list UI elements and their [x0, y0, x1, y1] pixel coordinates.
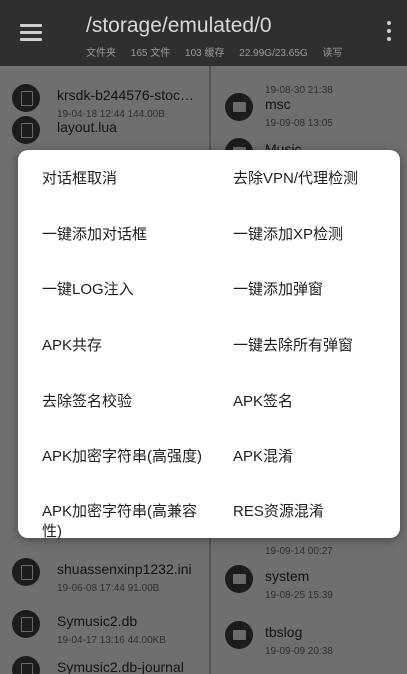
option-apk-sign[interactable]: APK签名: [233, 392, 393, 412]
file-name: shuassenxinp1232.ini: [57, 561, 192, 577]
file-meta: 19-06-08 17:44 91.00B: [57, 583, 160, 594]
folder-row[interactable]: tbslog 19-09-09 20:38: [211, 609, 407, 661]
option-cancel-dialog[interactable]: 对话框取消: [42, 169, 202, 189]
folder-icon: [225, 621, 253, 649]
more-options-icon[interactable]: [386, 21, 394, 47]
folder-icon: [225, 93, 253, 121]
folder-name: tbslog: [265, 624, 303, 640]
file-icon: [12, 116, 40, 144]
file-name: layout.lua: [57, 119, 117, 135]
storage-usage: 22.99G/23.65G: [239, 48, 308, 59]
option-remove-all-popups[interactable]: 一键去除所有弹窗: [233, 336, 393, 356]
option-remove-signature-check[interactable]: 去除签名校验: [42, 392, 202, 412]
hamburger-menu-icon[interactable]: [20, 20, 46, 46]
access-mode: 读写: [322, 48, 343, 59]
option-add-popup[interactable]: 一键添加弹窗: [233, 280, 393, 300]
folder-meta: 19-08-25 15:39: [265, 590, 333, 601]
options-dialog: 对话框取消 去除VPN/代理检测 一键添加对话框 一键添加XP检测 一键LOG注…: [18, 150, 400, 540]
file-name: Symusic2.db-journal: [57, 659, 184, 674]
folder-meta: 19-09-09 20:38: [265, 646, 333, 657]
option-apk-obfuscate[interactable]: APK混淆: [233, 447, 393, 467]
folders-count: 文件夹: [86, 48, 116, 59]
file-icon: [12, 656, 40, 674]
option-add-xp-check[interactable]: 一键添加XP检测: [233, 225, 393, 245]
option-remove-vpn-proxy-check[interactable]: 去除VPN/代理检测: [233, 169, 393, 189]
folder-row[interactable]: system 19-08-25 15:39: [211, 553, 407, 605]
file-row[interactable]: Symusic2.db-journal: [0, 644, 209, 674]
option-add-dialog[interactable]: 一键添加对话框: [42, 225, 202, 245]
option-apk-encrypt-strings-strong[interactable]: APK加密字符串(高强度): [42, 447, 202, 467]
file-row[interactable]: layout.lua: [0, 104, 209, 156]
option-log-inject[interactable]: 一键LOG注入: [42, 280, 202, 300]
file-icon: [12, 610, 40, 638]
folder-icon: [225, 565, 253, 593]
current-path: /storage/emulated/0: [86, 14, 272, 37]
option-res-obfuscate[interactable]: RES资源混淆: [233, 502, 393, 522]
file-name: Symusic2.db: [57, 613, 138, 629]
cache-count: 103 缓存: [185, 48, 225, 59]
file-icon: [12, 558, 40, 586]
file-row[interactable]: Symusic2.db 19-04-17 13:16 44.00KB: [0, 598, 209, 650]
folder-name: system: [265, 568, 310, 584]
files-count: 165 文件: [130, 48, 171, 59]
storage-stats: 文件夹 165 文件 103 缓存 22.99G/23.65G 读写: [86, 44, 354, 59]
option-apk-encrypt-strings-compatible[interactable]: APK加密字符串(高兼容性): [42, 502, 202, 542]
file-name: krsdk-b244576-stoc…: [57, 87, 194, 103]
option-apk-coexist[interactable]: APK共存: [42, 336, 202, 356]
file-row[interactable]: shuassenxinp1232.ini 19-06-08 17:44 91.0…: [0, 546, 209, 598]
toolbar: /storage/emulated/0 文件夹 165 文件 103 缓存 22…: [0, 0, 407, 66]
folder-name: msc: [265, 96, 291, 112]
